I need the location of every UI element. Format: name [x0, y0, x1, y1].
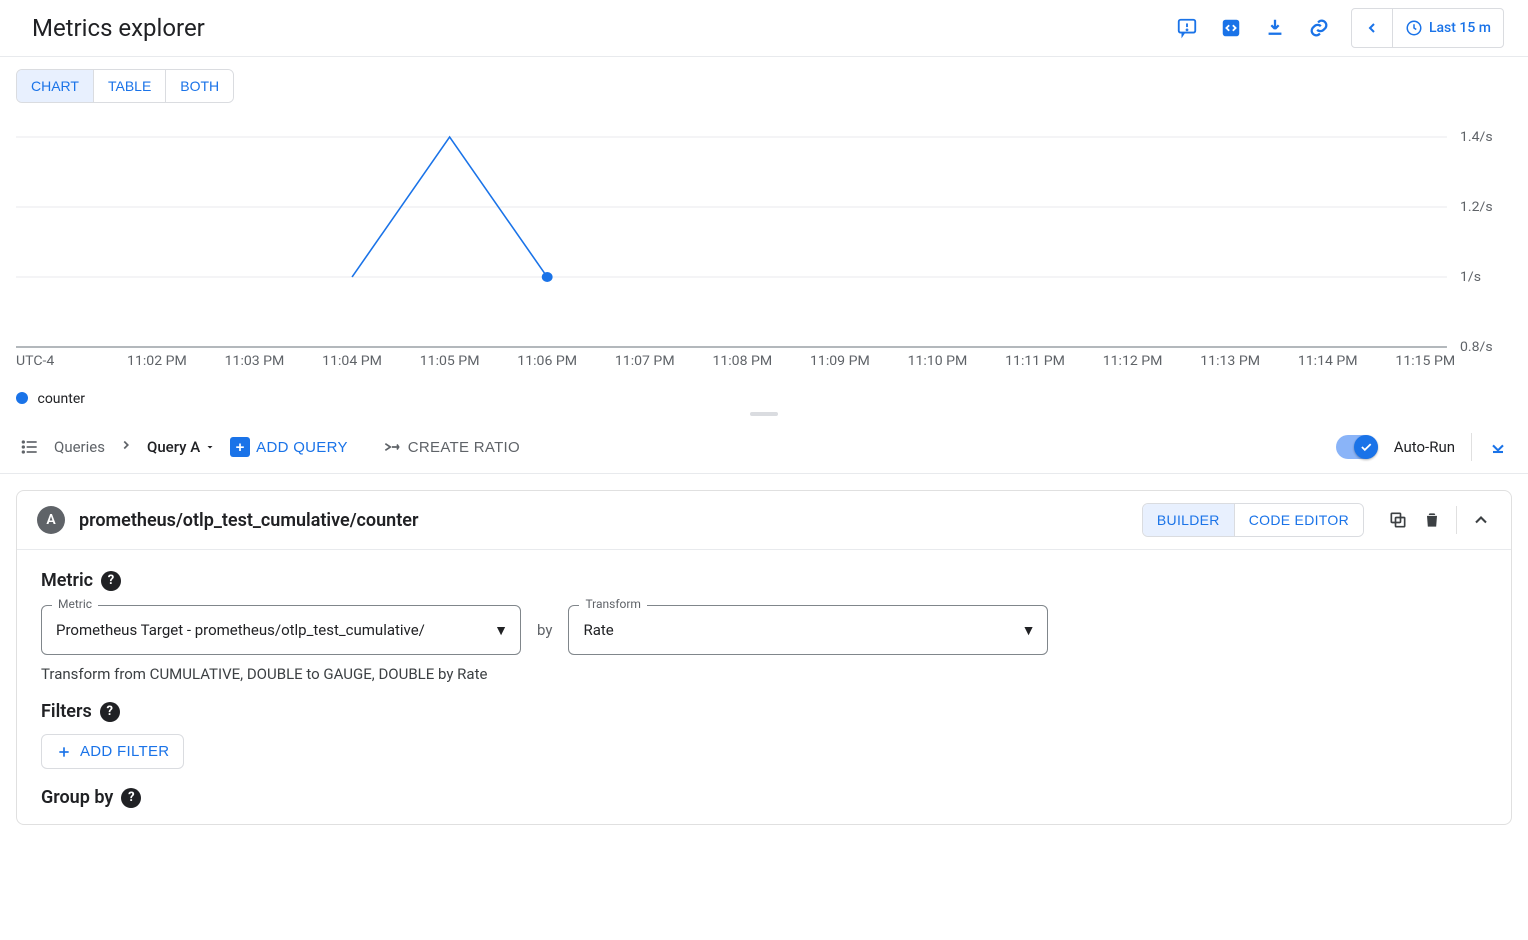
svg-text:11:15 PM: 11:15 PM — [1395, 353, 1455, 368]
query-panel: A prometheus/otlp_test_cumulative/counte… — [16, 490, 1512, 825]
svg-text:11:10 PM: 11:10 PM — [908, 353, 968, 368]
chevron-right-icon — [119, 438, 133, 456]
svg-text:11:08 PM: 11:08 PM — [712, 353, 772, 368]
chart-area[interactable]: 1.4/s 1.2/s 1/s 0.8/s 11:02 PM 11:03 PM … — [16, 107, 1512, 387]
add-query-button[interactable]: + ADD QUERY — [230, 437, 348, 457]
add-filter-button[interactable]: ADD FILTER — [41, 734, 184, 769]
y-tick: 1.4/s — [1460, 129, 1493, 144]
filters-section-title: Filters — [41, 701, 92, 722]
svg-text:11:11 PM: 11:11 PM — [1005, 353, 1065, 368]
list-icon — [20, 437, 40, 457]
svg-text:11:06 PM: 11:06 PM — [517, 353, 577, 368]
transform-description: Transform from CUMULATIVE, DOUBLE to GAU… — [41, 665, 1487, 683]
groupby-section-title: Group by — [41, 787, 113, 808]
caret-down-icon: ▼ — [494, 622, 508, 639]
tab-table[interactable]: TABLE — [93, 70, 165, 102]
svg-text:11:13 PM: 11:13 PM — [1200, 353, 1260, 368]
resize-handle[interactable] — [0, 407, 1528, 421]
caret-down-icon — [204, 441, 216, 453]
tab-builder[interactable]: BUILDER — [1143, 504, 1234, 536]
y-tick: 1.2/s — [1460, 199, 1493, 214]
create-ratio-button[interactable]: CREATE RATIO — [382, 437, 520, 457]
caret-down-icon: ▼ — [1022, 622, 1036, 639]
metric-select[interactable]: Metric Prometheus Target - prometheus/ot… — [41, 605, 521, 655]
by-label: by — [537, 621, 552, 639]
svg-text:11:02 PM: 11:02 PM — [127, 353, 187, 368]
y-tick: 0.8/s — [1460, 339, 1493, 354]
legend-marker — [16, 392, 28, 404]
query-badge: A — [37, 506, 65, 534]
chart-endpoint — [542, 272, 553, 282]
svg-text:11:12 PM: 11:12 PM — [1103, 353, 1163, 368]
plus-icon — [56, 744, 72, 760]
collapse-all-icon[interactable] — [1488, 437, 1508, 457]
collapse-icon[interactable] — [1471, 510, 1491, 530]
tab-code-editor[interactable]: CODE EDITOR — [1234, 504, 1363, 536]
view-tabs: CHART TABLE BOTH — [16, 69, 234, 103]
svg-text:11:09 PM: 11:09 PM — [810, 353, 870, 368]
download-icon[interactable] — [1255, 8, 1295, 48]
y-tick: 1/s — [1460, 269, 1481, 284]
time-prev-button[interactable] — [1352, 9, 1392, 47]
tab-chart[interactable]: CHART — [17, 70, 93, 102]
page-title: Metrics explorer — [32, 14, 205, 42]
current-query[interactable]: Query A — [147, 438, 216, 456]
metric-section-title: Metric — [41, 570, 93, 591]
link-icon[interactable] — [1299, 8, 1339, 48]
autorun-toggle[interactable] — [1336, 435, 1378, 459]
plus-icon: + — [230, 437, 250, 457]
help-icon[interactable]: ? — [101, 571, 121, 591]
help-icon[interactable]: ? — [121, 788, 141, 808]
tab-both[interactable]: BOTH — [165, 70, 233, 102]
breadcrumb[interactable]: Queries — [54, 438, 105, 456]
metric-path: prometheus/otlp_test_cumulative/counter — [79, 510, 1128, 531]
svg-text:11:07 PM: 11:07 PM — [615, 353, 675, 368]
help-icon[interactable]: ? — [100, 702, 120, 722]
svg-text:11:14 PM: 11:14 PM — [1298, 353, 1358, 368]
svg-text:11:03 PM: 11:03 PM — [225, 353, 285, 368]
code-icon[interactable] — [1211, 8, 1251, 48]
svg-text:11:05 PM: 11:05 PM — [420, 353, 480, 368]
transform-select[interactable]: Transform Rate ▼ — [568, 605, 1048, 655]
legend-label: counter — [37, 391, 85, 407]
svg-text:11:04 PM: 11:04 PM — [322, 353, 382, 368]
time-range-button[interactable]: Last 15 m — [1392, 9, 1503, 47]
check-icon — [1359, 440, 1373, 454]
copy-icon[interactable] — [1388, 510, 1408, 530]
feedback-icon[interactable] — [1167, 8, 1207, 48]
autorun-label: Auto-Run — [1394, 438, 1455, 456]
x-axis-label: UTC-4 — [16, 353, 55, 368]
delete-icon[interactable] — [1422, 510, 1442, 530]
ratio-icon — [382, 437, 402, 457]
